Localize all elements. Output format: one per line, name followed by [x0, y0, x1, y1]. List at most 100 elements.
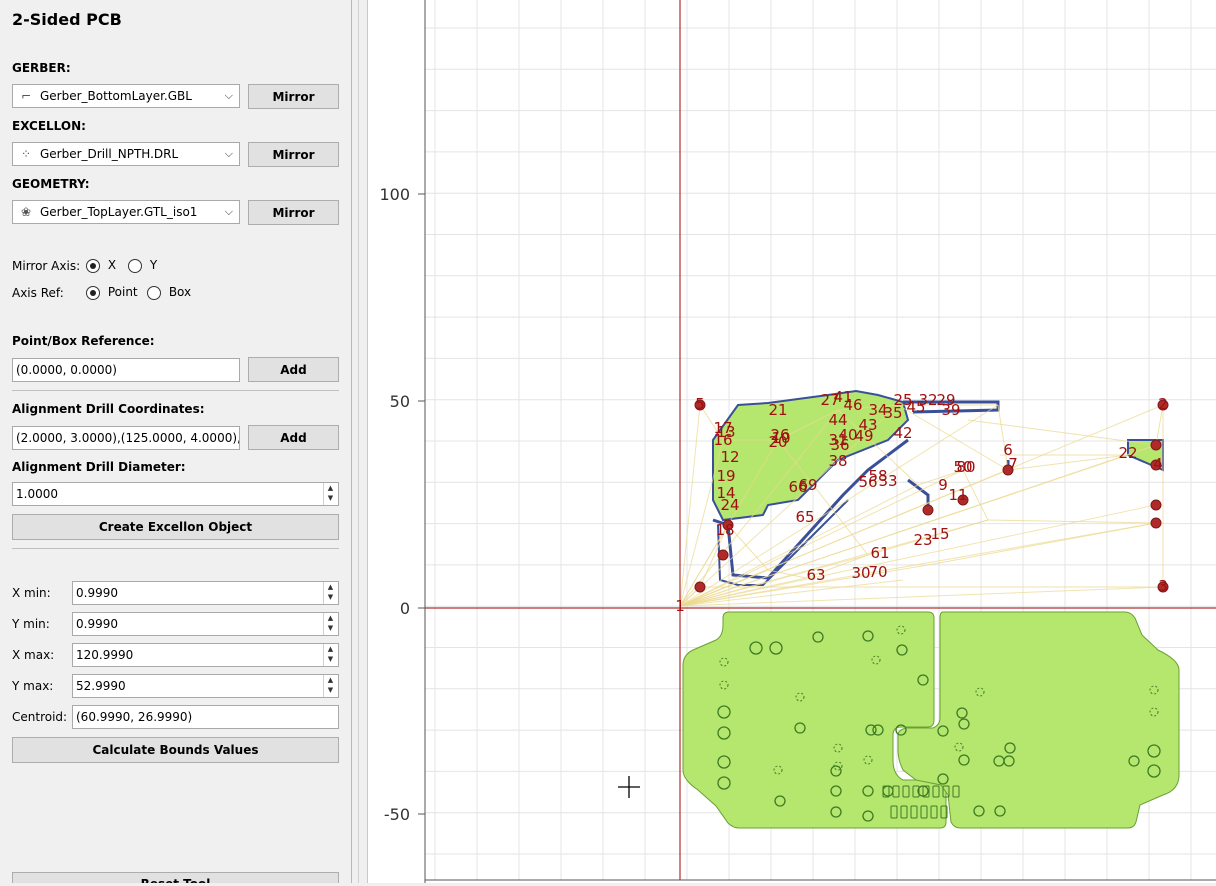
excellon-mirror-button[interactable]: Mirror — [248, 142, 339, 167]
drill-icon: ⁘ — [20, 147, 32, 161]
gerber-label: GERBER: — [12, 61, 71, 75]
point-box-add-button[interactable]: Add — [248, 357, 339, 382]
drill-number-label: 32 — [918, 391, 937, 409]
drill-number-label: 61 — [870, 544, 889, 562]
xmin-stepper[interactable]: 0.9990 ▲ ▼ — [72, 581, 339, 605]
align-drill-coords-label: Alignment Drill Coordinates: — [12, 402, 205, 416]
axis-ref-point-radio[interactable]: Point — [86, 285, 138, 300]
align-drill-diam-label: Alignment Drill Diameter: — [12, 460, 186, 474]
radio-checked-icon — [86, 258, 100, 273]
chevron-down-icon: ⌵ — [224, 205, 233, 218]
plot-canvas[interactable]: 100 50 0 -50 5 2 4 3 1 17 16 13 12 19 18 14 24 21 20 10 26 2… — [367, 0, 1216, 883]
drill-marker — [1150, 517, 1162, 529]
drill-number-label: 63 — [806, 566, 825, 584]
radio-unchecked-icon — [128, 258, 142, 273]
drill-number-label: 80 — [956, 458, 975, 476]
tool-panel: 2-Sided PCB GERBER: ⌐ Gerber_BottomLayer… — [0, 0, 351, 883]
excellon-select-value: Gerber_Drill_NPTH.DRL — [40, 147, 179, 161]
spin-arrows-icon[interactable]: ▲ ▼ — [323, 582, 337, 604]
divider — [12, 390, 339, 391]
drill-number-label: 5 — [695, 395, 705, 413]
chevron-down-icon: ⌵ — [224, 89, 233, 102]
drill-number-label: 65 — [795, 508, 814, 526]
spin-arrows-icon[interactable]: ▲ ▼ — [323, 613, 337, 635]
radio-checked-icon — [86, 285, 100, 300]
centroid-input[interactable]: (60.9990, 26.9990) — [72, 705, 339, 729]
drill-number-label: 21 — [768, 401, 787, 419]
panel-splitter[interactable] — [351, 0, 367, 883]
drill-number-label: 26 — [770, 426, 789, 444]
geometry-select[interactable]: ❀ Gerber_TopLayer.GTL_iso1 ⌵ — [12, 200, 240, 224]
drill-number-label: 15 — [930, 525, 949, 543]
crosshair-cursor-icon — [618, 776, 640, 798]
axis-ref-box-label: Box — [168, 285, 192, 299]
spin-arrows-icon[interactable]: ▲ ▼ — [323, 483, 337, 505]
drill-number-label: 33 — [878, 472, 897, 490]
reset-tool-button[interactable]: Reset Tool — [12, 872, 339, 883]
y-tick-label: 100 — [379, 185, 410, 204]
point-box-ref-input[interactable]: (0.0000, 0.0000) — [12, 358, 240, 382]
bottom-board — [682, 611, 1180, 829]
drill-marker — [1150, 439, 1162, 451]
drill-number-label: 29 — [936, 391, 955, 409]
drill-number-label: 4 — [1153, 455, 1163, 473]
axis-ref-point-label: Point — [107, 285, 138, 299]
gerber-icon: ⌐ — [20, 89, 32, 103]
drill-number-label: 19 — [716, 467, 735, 485]
xmin-label: X min: — [12, 586, 51, 600]
drill-number-label: 35 — [883, 404, 902, 422]
centroid-label: Centroid: — [12, 710, 68, 724]
y-tick-label: -50 — [384, 805, 410, 824]
xmax-stepper[interactable]: 120.9990 ▲ ▼ — [72, 643, 339, 667]
mirror-axis-x-radio[interactable]: X — [86, 258, 116, 273]
align-drill-diam-value: 1.0000 — [16, 487, 58, 501]
align-drill-add-button[interactable]: Add — [248, 425, 339, 450]
axis-ref-label: Axis Ref: — [12, 286, 64, 300]
drill-marker — [717, 549, 729, 561]
align-drill-diam-stepper[interactable]: 1.0000 ▲ ▼ — [12, 482, 339, 506]
geometry-mirror-button[interactable]: Mirror — [248, 200, 339, 225]
drill-number-label: 12 — [720, 448, 739, 466]
ymin-value: 0.9990 — [76, 617, 118, 631]
drill-marker — [694, 581, 706, 593]
gerber-mirror-button[interactable]: Mirror — [248, 84, 339, 109]
travel-line — [679, 404, 701, 607]
create-excellon-button[interactable]: Create Excellon Object — [12, 514, 339, 540]
xmax-value: 120.9990 — [76, 648, 134, 662]
ymin-stepper[interactable]: 0.9990 ▲ ▼ — [72, 612, 339, 636]
axis-ref-box-radio[interactable]: Box — [147, 285, 191, 300]
drill-number-label: 1 — [675, 597, 685, 615]
drill-number-label: 2 — [1158, 395, 1168, 413]
drill-number-label: 9 — [938, 476, 948, 494]
gerber-select[interactable]: ⌐ Gerber_BottomLayer.GBL ⌵ — [12, 84, 240, 108]
mirror-axis-x-label: X — [107, 258, 117, 272]
align-drill-coords-input[interactable]: (2.0000, 3.0000),(125.0000, 4.0000), — [12, 426, 240, 450]
excellon-select[interactable]: ⁘ Gerber_Drill_NPTH.DRL ⌵ — [12, 142, 240, 166]
mirror-axis-y-label: Y — [149, 258, 158, 272]
geometry-icon: ❀ — [20, 205, 32, 219]
mirror-axis-label: Mirror Axis: — [12, 259, 81, 273]
drill-number-label: 23 — [913, 531, 932, 549]
drill-number-label: 18 — [715, 521, 734, 539]
chevron-down-icon: ⌵ — [224, 147, 233, 160]
spin-arrows-icon[interactable]: ▲ ▼ — [323, 644, 337, 666]
geometry-select-value: Gerber_TopLayer.GTL_iso1 — [40, 205, 198, 219]
gerber-select-value: Gerber_BottomLayer.GBL — [40, 89, 192, 103]
xmax-label: X max: — [12, 648, 55, 662]
radio-unchecked-icon — [147, 285, 161, 300]
excellon-label: EXCELLON: — [12, 119, 86, 133]
xmin-value: 0.9990 — [76, 586, 118, 600]
calc-bounds-button[interactable]: Calculate Bounds Values — [12, 737, 339, 763]
plot-area[interactable]: 100500-50 5 24311716131219181424212010262… — [368, 0, 1216, 883]
drill-number-label: 13 — [716, 423, 735, 441]
ymax-stepper[interactable]: 52.9990 ▲ ▼ — [72, 674, 339, 698]
drill-number-label: 70 — [868, 563, 887, 581]
drill-number-label: 69 — [798, 476, 817, 494]
spin-arrows-icon[interactable]: ▲ ▼ — [323, 675, 337, 697]
mirror-axis-y-radio[interactable]: Y — [128, 258, 157, 273]
ymin-label: Y min: — [12, 617, 50, 631]
travel-line — [997, 404, 1009, 471]
drill-marker — [922, 504, 934, 516]
y-tick-label: 50 — [390, 392, 410, 411]
drill-number-label: 24 — [720, 496, 739, 514]
